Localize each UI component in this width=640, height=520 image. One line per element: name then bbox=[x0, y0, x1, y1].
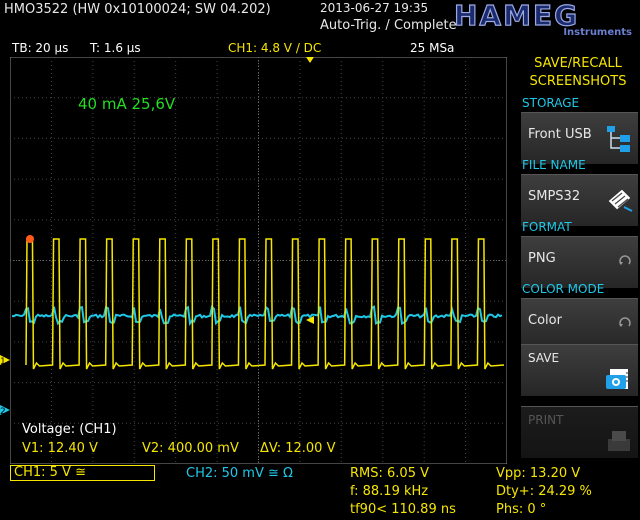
print-button[interactable]: PRINT bbox=[521, 406, 638, 458]
measurement-frequency: f: 88.19 kHz bbox=[350, 484, 429, 499]
filename-button[interactable]: SMPS32 bbox=[521, 174, 638, 226]
cursor-v2: V2: 400.00 mV bbox=[142, 441, 239, 456]
settings-bar: TB: 20 µs T: 1.6 µs CH1: 4.8 V / DC 25 M… bbox=[0, 40, 515, 57]
cursor-delta-v: ΔV: 12.00 V bbox=[260, 441, 336, 456]
channel-markers: 1 2 bbox=[0, 355, 10, 417]
filename-value: SMPS32 bbox=[528, 189, 581, 204]
hameg-logo: HAMEG Instruments bbox=[453, 1, 632, 37]
ch1-trigger-setting[interactable]: CH1: 4.8 V / DC bbox=[228, 41, 321, 55]
keyboard-edit-icon bbox=[607, 188, 633, 212]
measurement-duty: Dty+: 24.29 % bbox=[496, 484, 592, 499]
measurement-rms: RMS: 6.05 V bbox=[350, 466, 429, 481]
ch1-ground-label: 1 bbox=[0, 357, 6, 367]
timebase-setting[interactable]: TB: 20 µs bbox=[12, 41, 68, 55]
cursor-v1: V1: 12.40 V bbox=[22, 441, 98, 456]
datetime: 2013-06-27 19:35 bbox=[320, 1, 429, 15]
storage-value: Front USB bbox=[528, 127, 592, 142]
logo-subtext: Instruments bbox=[563, 27, 632, 37]
printer-icon bbox=[608, 431, 630, 451]
ch1-settings-box[interactable]: CH1: 5 V ≅ bbox=[10, 465, 155, 481]
ch2-ground-label: 2 bbox=[0, 407, 6, 417]
scope-display[interactable]: 40 mA 25,6V Voltage: (CH1) V1: 12.40 V V… bbox=[10, 57, 507, 464]
measurement-vpp: Vpp: 13.20 V bbox=[496, 466, 581, 481]
rotary-knob-icon bbox=[619, 317, 631, 327]
trigger-point-marker bbox=[26, 235, 34, 243]
format-button[interactable]: PNG bbox=[521, 236, 638, 288]
folder-tree-icon bbox=[607, 126, 630, 152]
panel-title: SAVE/RECALL SCREENSHOTS bbox=[529, 56, 627, 89]
device-id: HMO3522 (HW 0x10100024; SW 04.202) bbox=[4, 2, 271, 17]
cursor-title: Voltage: (CH1) bbox=[22, 422, 117, 437]
sample-rate: 25 MSa bbox=[410, 41, 455, 55]
rotary-knob-icon bbox=[619, 255, 631, 265]
ch2-settings[interactable]: CH2: 50 mV ≅ Ω bbox=[186, 466, 293, 481]
save-label: SAVE bbox=[528, 351, 560, 365]
color-mode-heading: COLOR MODE bbox=[522, 282, 605, 296]
format-heading: FORMAT bbox=[522, 220, 572, 234]
storage-button[interactable]: Front USB bbox=[521, 112, 638, 164]
color-mode-value: Color bbox=[528, 313, 562, 328]
measurement-phase: Phs: 0 ° bbox=[496, 502, 547, 517]
color-mode-button[interactable]: Color bbox=[521, 298, 638, 350]
screen-annotation: 40 mA 25,6V bbox=[78, 95, 176, 113]
measurement-fall-time: tf90< 110.89 ns bbox=[350, 502, 456, 517]
trigger-status: Auto-Trig. / Complete bbox=[320, 18, 457, 33]
title-bar: HMO3522 (HW 0x10100024; SW 04.202) 2013-… bbox=[0, 0, 640, 40]
logo-text: HAMEG bbox=[454, 1, 579, 32]
camera-icon bbox=[606, 369, 632, 389]
trigger-delay[interactable]: T: 1.6 µs bbox=[90, 41, 141, 55]
save-button[interactable]: SAVE bbox=[521, 344, 638, 396]
filename-heading: FILE NAME bbox=[522, 158, 586, 172]
storage-heading: STORAGE bbox=[522, 96, 580, 110]
print-label: PRINT bbox=[528, 413, 564, 427]
format-value: PNG bbox=[528, 251, 556, 266]
